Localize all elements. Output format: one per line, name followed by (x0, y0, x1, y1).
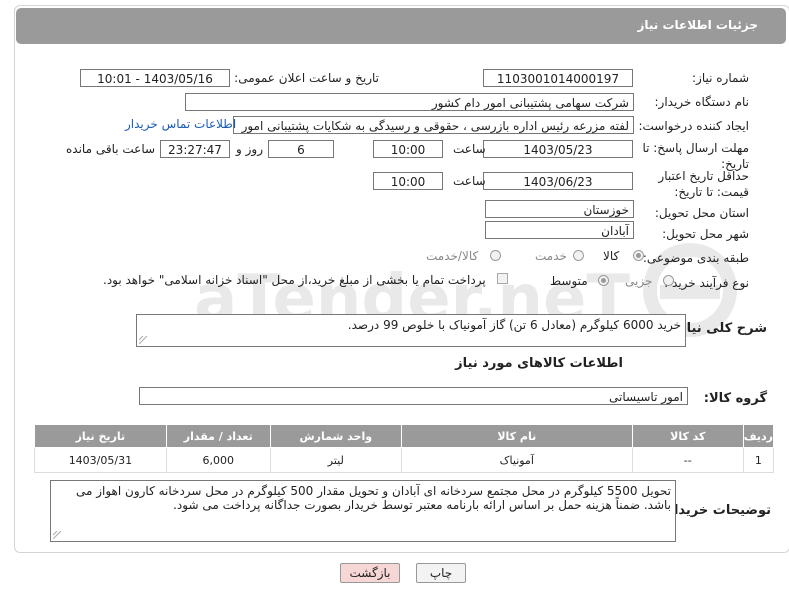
validity-time-label: ساعت (453, 174, 486, 188)
city-label: شهر محل تحویل: (662, 227, 749, 241)
row-number-cell: 1 (742, 447, 775, 473)
need-number-field: 1103001014000197 (483, 69, 633, 87)
col-code-header: کد کالا (631, 424, 744, 448)
reply-time-field: 10:00 (373, 140, 443, 158)
summary-textarea[interactable]: خرید 6000 کیلوگرم (معادل 6 تن) گاز آمونی… (136, 314, 686, 347)
process-label: نوع فرآیند خرید : (664, 276, 749, 290)
process-medium-radio[interactable] (598, 275, 609, 286)
announce-date-field: 1403/05/16 - 10:01 (80, 69, 230, 87)
days-label: روز و (236, 142, 263, 156)
goods-group-field: امور تاسیساتی (139, 387, 688, 405)
buyer-field: شرکت سهامی پشتیبانی امور دام کشور (185, 93, 634, 111)
buyer-label: نام دستگاه خریدار: (654, 95, 750, 109)
col-name-header: نام کالا (400, 424, 633, 448)
reply-date-field: 1403/05/23 (483, 140, 633, 158)
item-qty-cell: 6,000 (165, 447, 271, 473)
category-service-radio[interactable] (573, 250, 584, 261)
summary-text: خرید 6000 کیلوگرم (معادل 6 تن) گاز آمونی… (347, 318, 681, 332)
category-goods-service-radio[interactable] (490, 250, 501, 261)
announce-date-label: تاریخ و ساعت اعلان عمومی: (234, 71, 379, 85)
requester-field: لفته مزرعه رئیس اداره بازرسی ، حقوقی و ر… (233, 116, 634, 134)
col-unit-header: واحد شمارش (269, 424, 402, 448)
days-remaining-field: 6 (268, 140, 334, 158)
goods-table-header: ردیف کد کالا نام کالا واحد شمارش تعداد /… (34, 424, 775, 448)
process-medium-text: متوسط (550, 274, 588, 288)
resize-grip-icon[interactable] (53, 531, 61, 539)
process-minor-text: جزیی (625, 274, 653, 288)
treasury-payment-checkbox[interactable] (497, 273, 508, 284)
page-header: جزئیات اطلاعات نیاز (16, 8, 786, 44)
category-label: طبقه بندی موضوعی: (642, 251, 749, 265)
reply-time-label: ساعت (453, 142, 486, 156)
col-date-header: تاریخ نیاز (34, 424, 167, 448)
summary-label: شرح کلی نیاز: (673, 321, 767, 336)
category-goods-text: کالا (603, 249, 620, 263)
remaining-time-field: 23:27:47 (160, 140, 230, 158)
category-goods-service-text: کالا/خدمت (426, 249, 479, 263)
buyer-contact-link[interactable]: اطلاعات تماس خریدار (125, 117, 236, 131)
item-code-cell: -- (631, 447, 744, 473)
item-name-cell: آمونیاک (400, 447, 633, 473)
resize-grip-icon[interactable] (139, 336, 147, 344)
treasury-payment-note: پرداخت تمام یا بخشی از مبلغ خرید،از محل … (103, 273, 486, 287)
category-service-text: خدمت (535, 249, 567, 263)
need-number-label: شماره نیاز: (692, 71, 749, 85)
remaining-label: ساعت باقی مانده (66, 142, 156, 156)
category-goods-radio[interactable] (633, 250, 644, 261)
goods-section-title: اطلاعات کالاهای مورد نیاز (455, 356, 623, 371)
requester-label: ایجاد کننده درخواست: (638, 119, 749, 133)
validity-time-field: 10:00 (373, 172, 443, 190)
process-minor-radio[interactable] (663, 275, 674, 286)
table-row: 1 -- آمونیاک لیتر 6,000 1403/05/31 (34, 447, 775, 473)
back-button[interactable]: بازگشت (340, 563, 400, 583)
province-label: استان محل تحویل: (654, 206, 749, 220)
col-qty-header: تعداد / مقدار (165, 424, 271, 448)
print-button[interactable]: چاپ (416, 563, 466, 583)
buyer-notes-label: توضیحات خریدار: (661, 503, 771, 518)
province-field: خوزستان (485, 200, 634, 218)
buyer-notes-text: تحویل 5500 کیلوگرم در محل مجتمع سردخانه … (75, 484, 671, 512)
goods-group-label: گروه کالا: (703, 391, 767, 406)
goods-table: ردیف کد کالا نام کالا واحد شمارش تعداد /… (34, 424, 775, 473)
city-field: آبادان (485, 221, 634, 239)
item-date-cell: 1403/05/31 (34, 447, 167, 473)
item-unit-cell: لیتر (269, 447, 402, 473)
col-row-header: ردیف (742, 424, 775, 448)
buyer-notes-textarea[interactable]: تحویل 5500 کیلوگرم در محل مجتمع سردخانه … (50, 480, 676, 542)
validity-label: حداقل تاریخ اعتبار قیمت: تا تاریخ: (658, 169, 749, 199)
validity-date-field: 1403/06/23 (483, 172, 633, 190)
page-title: جزئیات اطلاعات نیاز (637, 18, 758, 32)
